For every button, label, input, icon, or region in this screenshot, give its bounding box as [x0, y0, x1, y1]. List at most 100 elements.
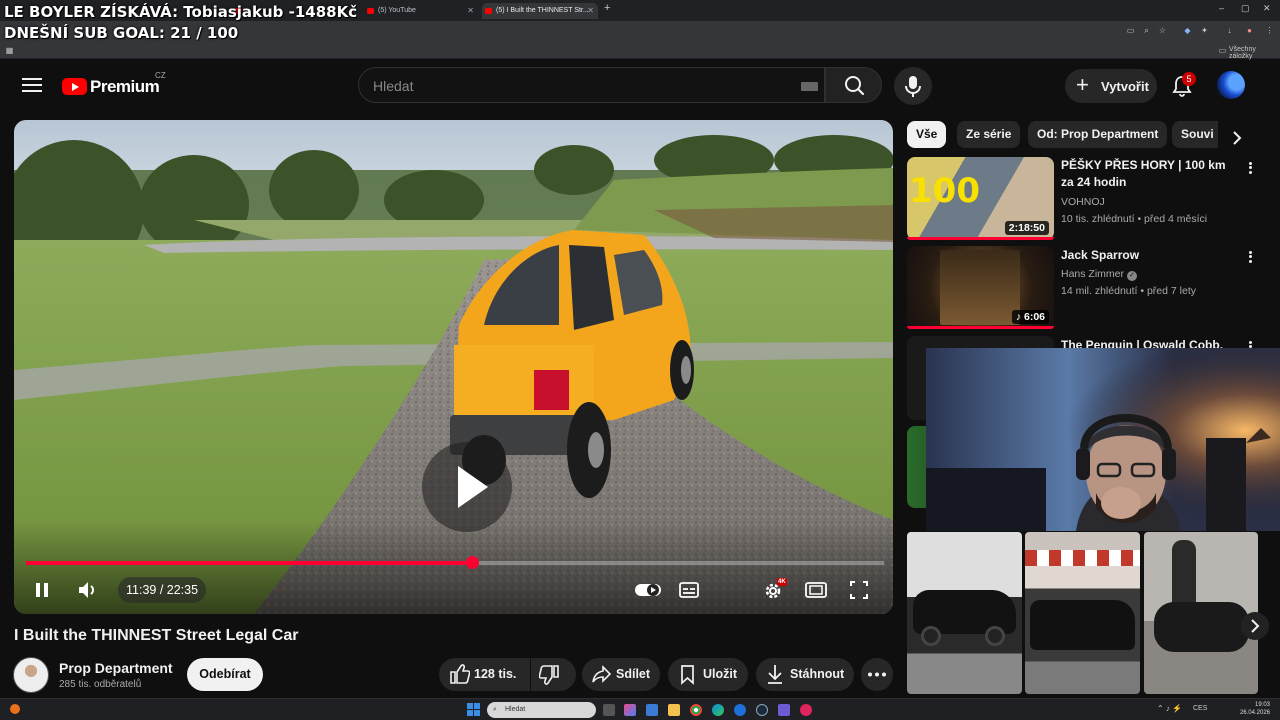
- apps-grid-icon[interactable]: ▦: [5, 46, 14, 55]
- chip-from-channel[interactable]: Od: Prop Department: [1028, 121, 1168, 148]
- tray-icons[interactable]: ⌃ ♪ ⚡: [1157, 704, 1182, 713]
- more-horizontal-icon: [868, 672, 886, 677]
- progress-bar[interactable]: [26, 556, 884, 569]
- windows-start-icon[interactable]: [467, 703, 481, 717]
- recommendation-title[interactable]: PĚŠKY PŘES HORY | 100 km za 24 hodin: [1061, 157, 1239, 191]
- recommendation-meta: 14 mil. zhlédnutí • před 7 lety: [1061, 285, 1196, 297]
- autoplay-toggle-icon: [635, 584, 661, 596]
- windows-taskbar: ⌕ Hledat ⌃ ♪ ⚡ CES 19:03 26.04.2026: [0, 698, 1280, 720]
- recommendation-title[interactable]: Jack Sparrow: [1061, 247, 1239, 264]
- hamburger-menu-icon[interactable]: [20, 74, 44, 98]
- app-icon[interactable]: [800, 704, 812, 716]
- sub-goal-text: DNEŠNÍ SUB GOAL: 21 / 100: [4, 24, 239, 42]
- chip-related[interactable]: Souvi: [1172, 121, 1218, 148]
- voice-search-button[interactable]: [894, 67, 932, 105]
- subscriber-count: 285 tis. odběratelů: [59, 679, 142, 690]
- app-icon[interactable]: [734, 704, 746, 716]
- keyboard-icon[interactable]: [801, 82, 818, 91]
- cast-icon[interactable]: ▭: [1126, 26, 1135, 35]
- fullscreen-icon: [850, 581, 868, 599]
- close-tab-icon[interactable]: ✕: [587, 3, 594, 19]
- bookmark-star-icon[interactable]: ☆: [1158, 26, 1167, 35]
- create-button[interactable]: + Vytvořit: [1065, 69, 1157, 103]
- extension-icon[interactable]: ◆: [1183, 26, 1192, 35]
- album-cover-image: [940, 250, 1020, 325]
- channel-avatar[interactable]: [13, 657, 49, 693]
- watched-progress: [907, 326, 1054, 329]
- new-tab-button[interactable]: +: [604, 2, 610, 14]
- pause-button[interactable]: [30, 575, 54, 605]
- search-input[interactable]: [373, 76, 773, 96]
- profile-icon[interactable]: ●: [1245, 26, 1254, 35]
- all-bookmarks-link[interactable]: Všechny záložky: [1229, 46, 1280, 60]
- short-thumbnail[interactable]: [1025, 532, 1140, 694]
- more-options-icon[interactable]: [1246, 249, 1254, 265]
- motorcycle-image: [1154, 602, 1249, 652]
- dislike-button[interactable]: [531, 658, 576, 691]
- chip-next-button[interactable]: [1225, 126, 1249, 150]
- time-display: 11:39 / 22:35: [118, 577, 207, 603]
- verified-badge-icon: ✓: [1126, 271, 1137, 281]
- autoplay-toggle[interactable]: [634, 575, 662, 605]
- language-indicator[interactable]: CES: [1193, 705, 1207, 712]
- more-options-icon[interactable]: [1246, 160, 1254, 176]
- channel-name[interactable]: Prop Department: [59, 660, 173, 676]
- thumbnail-graphic-icon: 100: [909, 171, 980, 211]
- recommendation-channel[interactable]: Hans Zimmer ✓: [1061, 268, 1137, 281]
- video-player[interactable]: 11:39 / 22:35 4K: [14, 120, 893, 614]
- zoom-icon[interactable]: ⌕: [1142, 26, 1151, 35]
- chip-all[interactable]: Vše: [907, 121, 947, 148]
- thumbs-down-icon: [539, 665, 559, 685]
- save-button[interactable]: Uložit: [668, 658, 748, 691]
- file-explorer-icon[interactable]: [668, 704, 680, 716]
- chip-series[interactable]: Ze série: [957, 121, 1021, 148]
- short-thumbnail[interactable]: [907, 532, 1022, 694]
- steam-icon[interactable]: [756, 704, 768, 716]
- recommendation-thumbnail[interactable]: ♪ 6:06: [907, 246, 1054, 329]
- close-window-button[interactable]: ✕: [1263, 3, 1271, 14]
- close-tab-icon[interactable]: ✕: [467, 3, 474, 19]
- volume-icon: [79, 582, 94, 598]
- subtitles-icon: [679, 582, 699, 598]
- shorts-next-button[interactable]: [1241, 612, 1269, 640]
- recommendation-thumbnail[interactable]: 100 2:18:50: [907, 157, 1054, 240]
- browser-tab-youtube[interactable]: (5) YouTube ✕: [364, 3, 478, 19]
- minimize-button[interactable]: –: [1219, 3, 1224, 13]
- theater-mode-button[interactable]: [804, 575, 828, 605]
- app-icon[interactable]: [624, 704, 636, 716]
- share-button[interactable]: Sdílet: [582, 658, 660, 691]
- like-button[interactable]: 128 tis.: [439, 658, 530, 691]
- browser-tab-active[interactable]: (5) I Built the THINNEST Str... ✕: [482, 3, 598, 19]
- subscribe-button[interactable]: Odebírat: [187, 658, 263, 691]
- thumbs-up-icon: [450, 664, 470, 684]
- edge-icon[interactable]: [712, 704, 724, 716]
- mail-icon[interactable]: [646, 704, 658, 716]
- mute-button[interactable]: [74, 575, 100, 605]
- recommendation-channel[interactable]: VOHNOJ: [1061, 196, 1105, 208]
- fullscreen-button[interactable]: [848, 575, 870, 605]
- youtube-play-logo-icon: [62, 78, 87, 95]
- widgets-icon[interactable]: [10, 704, 20, 714]
- big-play-button[interactable]: [422, 442, 512, 532]
- download-icon[interactable]: ↓: [1225, 26, 1234, 35]
- extensions-puzzle-icon[interactable]: ✦: [1200, 26, 1209, 35]
- chevron-right-icon: [1233, 131, 1242, 145]
- search-button[interactable]: [825, 67, 882, 103]
- chrome-icon[interactable]: [690, 704, 702, 716]
- youtube-favicon-icon: [367, 8, 374, 14]
- account-avatar[interactable]: [1217, 71, 1245, 99]
- bookmarks-bar: ▦ ▭ Všechny záložky: [0, 43, 1280, 60]
- app-icon[interactable]: [778, 704, 790, 716]
- taskbar-clock[interactable]: 19:03 26.04.2026: [1225, 701, 1270, 717]
- taskbar-search-input[interactable]: ⌕ Hledat: [487, 702, 596, 718]
- maximize-button[interactable]: ▢: [1241, 3, 1250, 14]
- webcam-feed-image: [926, 348, 1280, 531]
- subtitles-button[interactable]: [678, 575, 700, 605]
- browser-menu-icon[interactable]: ⋮: [1265, 26, 1274, 35]
- settings-button[interactable]: 4K: [762, 575, 788, 605]
- task-view-icon[interactable]: [603, 704, 615, 716]
- stream-overlay: LE BOYLER ZÍSKÁVÁ: Tobiasjakub -1488Kč D…: [4, 2, 357, 44]
- download-button[interactable]: Stáhnout: [756, 658, 854, 691]
- more-actions-button[interactable]: [861, 658, 893, 691]
- pause-icon: [36, 583, 48, 597]
